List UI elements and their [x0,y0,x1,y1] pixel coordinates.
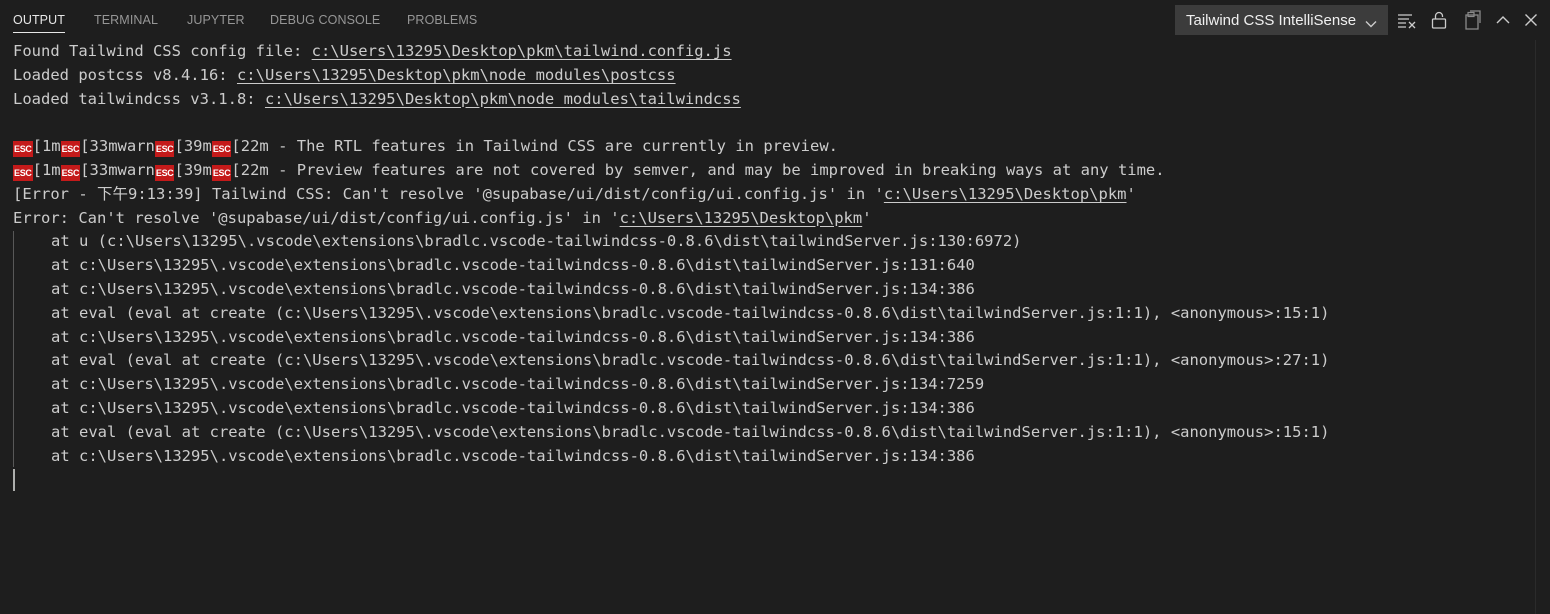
log-text: ' [1126,184,1136,203]
log-line: Loaded postcss v8.4.16: c:\Users\13295\D… [13,64,1538,88]
tab-debug-console[interactable]: DEBUG CONSOLE [270,0,380,40]
log-text: [22m - Preview features are not covered … [231,160,1165,179]
stack-trace-line: at u (c:\Users\13295\.vscode\extensions\… [51,232,1022,251]
panel-header: OUTPUT TERMINAL JUPYTER DEBUG CONSOLE PR… [0,0,1550,40]
close-icon[interactable] [1521,10,1541,30]
file-link[interactable]: c:\Users\13295\Desktop\pkm\node_modules\… [265,90,741,108]
esc-control-char: ESC [154,164,175,181]
log-text: Loaded tailwindcss v3.1.8: [13,89,265,108]
log-line: Loaded tailwindcss v3.1.8: c:\Users\1329… [13,88,1538,112]
open-in-editor-icon[interactable] [1462,10,1482,30]
log-line-warning: ESC[1mESC[33mwarnESC[39mESC[22m - The RT… [13,135,1538,159]
stack-trace-line: at c:\Users\13295\.vscode\extensions\bra… [51,398,975,417]
log-text: [33mwarn [80,160,155,179]
log-line-error: Error: Can't resolve '@supabase/ui/dist/… [13,207,1538,231]
esc-control-char: ESC [211,141,232,158]
tab-jupyter[interactable]: JUPYTER [187,0,245,40]
clear-output-icon[interactable] [1397,10,1417,30]
esc-control-char: ESC [211,164,232,181]
log-text: ' [862,208,872,227]
stack-trace-line: at eval (eval at create (c:\Users\13295\… [51,351,1330,370]
log-text: [Error - 下午9:13:39] Tailwind CSS: Can't … [13,184,884,203]
chevron-down-icon [1365,15,1377,32]
indent-guide [13,231,14,467]
file-link[interactable]: c:\Users\13295\Desktop\pkm [620,209,863,227]
file-link[interactable]: c:\Users\13295\Desktop\pkm\node_modules\… [237,66,676,84]
output-log[interactable]: Found Tailwind CSS config file: c:\Users… [13,40,1538,468]
log-text: [39m [174,160,212,179]
text-cursor [13,469,15,491]
log-text: [39m [174,137,212,156]
esc-control-char: ESC [60,164,81,181]
stack-trace-line: at c:\Users\13295\.vscode\extensions\bra… [51,375,985,394]
output-channel-selected: Tailwind CSS IntelliSense [1186,12,1357,29]
tab-problems[interactable]: PROBLEMS [407,0,477,40]
tab-terminal[interactable]: TERMINAL [94,0,158,40]
log-text: [22m - The RTL features in Tailwind CSS … [231,137,838,156]
stack-trace-line: at c:\Users\13295\.vscode\extensions\bra… [51,327,975,346]
tab-output[interactable]: OUTPUT [13,0,65,40]
lock-icon[interactable] [1429,10,1449,30]
log-line: Found Tailwind CSS config file: c:\Users… [13,40,1538,64]
stack-trace-line: at c:\Users\13295\.vscode\extensions\bra… [51,256,975,275]
esc-control-char: ESC [13,164,33,181]
log-text: Error: Can't resolve '@supabase/ui/dist/… [13,208,620,227]
log-text: Found Tailwind CSS config file: [13,42,312,60]
file-link[interactable]: c:\Users\13295\Desktop\pkm\tailwind.conf… [312,42,732,60]
vertical-scrollbar[interactable] [1535,40,1550,614]
stack-trace-line: at c:\Users\13295\.vscode\extensions\bra… [51,446,975,465]
esc-control-char: ESC [60,141,81,158]
file-link[interactable]: c:\Users\13295\Desktop\pkm [884,185,1127,203]
chevron-up-icon[interactable] [1493,10,1513,30]
esc-control-char: ESC [13,141,33,158]
stack-trace-line: at c:\Users\13295\.vscode\extensions\bra… [51,279,975,298]
output-channel-select[interactable]: Tailwind CSS IntelliSense [1175,5,1388,35]
log-text: [1m [32,137,61,156]
log-line-warning: ESC[1mESC[33mwarnESC[39mESC[22m - Previe… [13,159,1538,183]
log-line-error: [Error - 下午9:13:39] Tailwind CSS: Can't … [13,183,1538,207]
log-text: [1m [32,160,61,179]
log-text: [33mwarn [80,137,155,156]
log-text: Loaded postcss v8.4.16: [13,65,237,84]
stack-trace-line: at eval (eval at create (c:\Users\13295\… [51,303,1330,322]
stack-trace-line: at eval (eval at create (c:\Users\13295\… [51,422,1330,441]
esc-control-char: ESC [154,141,175,158]
